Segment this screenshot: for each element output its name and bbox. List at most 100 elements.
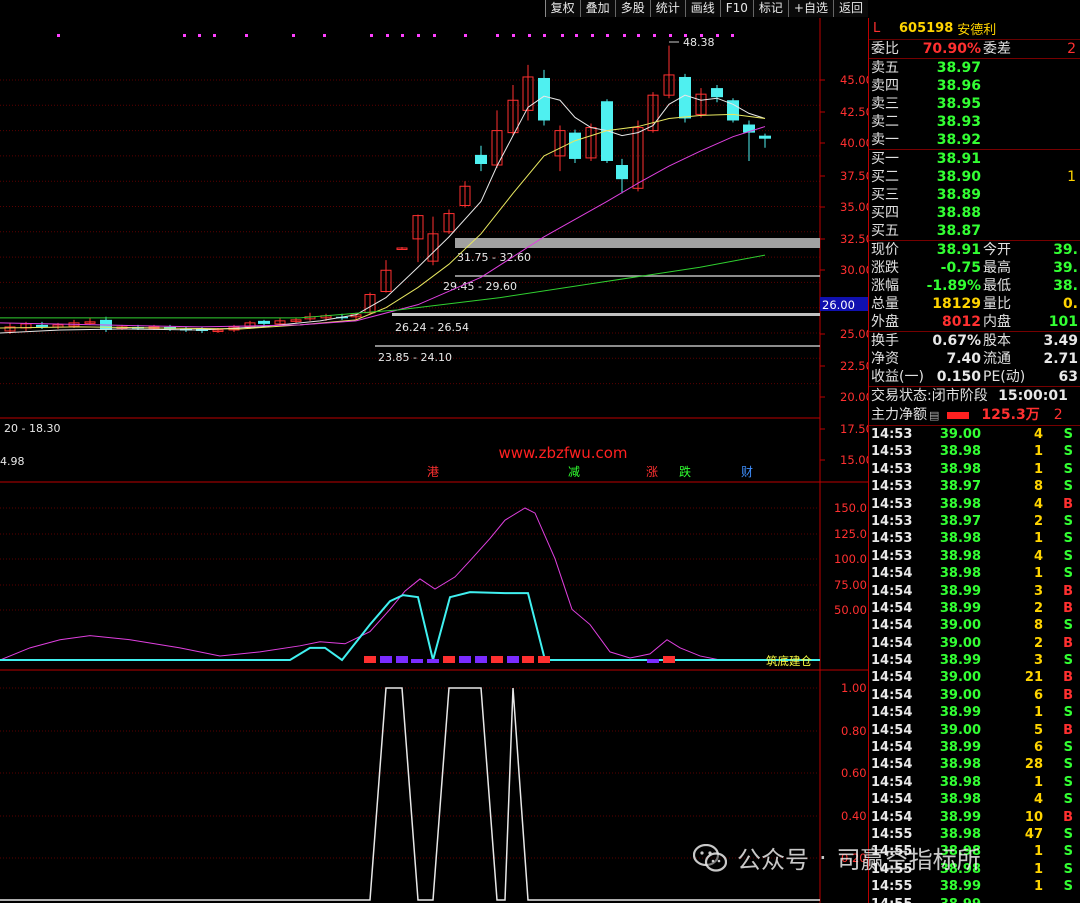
tick-price: 38.98 bbox=[939, 757, 981, 773]
tick-list[interactable]: 14:53 39.00 4 S 14:53 38.98 1 S 14:53 38.98 1 S 14:5… bbox=[869, 426, 1080, 903]
asks-volume bbox=[981, 95, 1080, 113]
price-axis-label: 32.50 bbox=[840, 232, 868, 246]
tick-volume: 1 bbox=[1033, 879, 1043, 895]
tick-volume: 1 bbox=[1033, 705, 1043, 721]
site-url-watermark: www.zbzfwu.com bbox=[498, 444, 627, 462]
asks-volume bbox=[981, 113, 1080, 131]
price-axis-label: 25.00 bbox=[840, 327, 868, 341]
signal-dot bbox=[716, 34, 719, 37]
event-mark[interactable]: 财 bbox=[741, 465, 753, 479]
event-mark[interactable]: 减 bbox=[568, 465, 580, 479]
indicator1-bar bbox=[647, 659, 659, 663]
ma60-line bbox=[0, 254, 766, 319]
tick-price: 39.00 bbox=[939, 722, 981, 738]
toolbar-button-3[interactable]: 统计 bbox=[649, 0, 685, 17]
tick-time: 14:54 bbox=[871, 774, 913, 790]
tick-row: 14:54 38.98 28 S bbox=[869, 756, 1080, 773]
asks-row[interactable]: 卖四 38.96 bbox=[869, 77, 1080, 95]
indicator2-axis-label: 0.40 bbox=[841, 809, 867, 823]
tick-time: 14:54 bbox=[871, 809, 913, 825]
tick-side: S bbox=[1063, 879, 1073, 895]
signal-dot bbox=[623, 34, 626, 37]
asks-row[interactable]: 卖二 38.93 bbox=[869, 113, 1080, 131]
bids-price: 38.89 bbox=[936, 187, 981, 203]
toolbar-button-4[interactable]: 画线 bbox=[684, 0, 720, 17]
tick-row: 14:55 38.99 1 S bbox=[869, 878, 1080, 895]
event-mark[interactable]: 港 bbox=[427, 465, 439, 479]
tick-price: 38.98 bbox=[939, 496, 981, 512]
signal-dot bbox=[213, 34, 216, 37]
stock-name[interactable]: 安德利 bbox=[957, 19, 996, 38]
tick-time: 14:54 bbox=[871, 635, 913, 651]
indicator1-cyan-line bbox=[0, 591, 820, 662]
order-ratio-value: 70.90% bbox=[922, 41, 981, 57]
bids-row[interactable]: 买四 38.88 bbox=[869, 204, 1080, 222]
event-mark[interactable]: 涨 bbox=[646, 464, 658, 479]
tick-volume: 28 bbox=[1024, 757, 1043, 773]
stock-code[interactable]: 605198 bbox=[899, 21, 953, 36]
asks-row[interactable]: 卖一 38.92 bbox=[869, 131, 1080, 149]
bids-row[interactable]: 买一 38.91 bbox=[869, 150, 1080, 168]
toolbar-button-0[interactable]: 复权 bbox=[544, 0, 580, 17]
tick-side: B bbox=[1063, 670, 1073, 686]
order-ratio-label: 委比 bbox=[871, 41, 899, 57]
toolbar-button-1[interactable]: 叠加 bbox=[579, 0, 615, 17]
indicator1-bar bbox=[380, 656, 392, 663]
support-zone-label: 23.85 - 24.10 bbox=[378, 351, 452, 364]
toolbar-button-6[interactable]: 标记 bbox=[752, 0, 788, 17]
tick-volume: 5 bbox=[1033, 722, 1043, 738]
order-diff-label: 委差 bbox=[983, 41, 1011, 57]
price-axis-label: 15.00 bbox=[840, 453, 868, 467]
chart-toolbar: 复权 叠加 多股 统计 画线 F10 标记 +自选 返回 bbox=[544, 0, 868, 17]
asks-row[interactable]: 卖五 38.97 bbox=[869, 59, 1080, 77]
tick-volume: 8 bbox=[1033, 479, 1043, 495]
toolbar-button-5[interactable]: F10 bbox=[719, 0, 753, 17]
quote-value: 18129 bbox=[932, 296, 981, 312]
bids-row[interactable]: 买二 38.90 1 bbox=[869, 168, 1080, 186]
asks-volume bbox=[981, 131, 1080, 149]
asks-label: 卖四 bbox=[871, 78, 899, 94]
asks-price: 38.96 bbox=[936, 78, 981, 94]
kline-chart-area[interactable]: 45.0042.5040.0037.5035.0032.5030.0027.50… bbox=[0, 18, 873, 903]
tick-row: 14:54 38.99 3 B bbox=[869, 583, 1080, 600]
tick-side: S bbox=[1063, 844, 1073, 860]
quote-label-2: 最低 bbox=[983, 278, 1011, 294]
toolbar-button-8[interactable]: 返回 bbox=[832, 0, 868, 17]
tick-time: 14:53 bbox=[871, 513, 913, 529]
tick-time: 14:54 bbox=[871, 618, 913, 634]
tick-price: 39.00 bbox=[939, 635, 981, 651]
tick-volume: 10 bbox=[1024, 809, 1043, 825]
bids-volume bbox=[981, 204, 1080, 222]
tick-time: 14:54 bbox=[871, 687, 913, 703]
tick-volume: 6 bbox=[1033, 687, 1043, 703]
bids-row[interactable]: 买五 38.87 bbox=[869, 222, 1080, 240]
indicator1-bar bbox=[491, 656, 503, 663]
tick-row: 14:53 39.00 4 S bbox=[869, 426, 1080, 443]
tick-price: 38.98 bbox=[939, 444, 981, 460]
quote2-label-2: 流通 bbox=[983, 351, 1011, 367]
order-ratio-row: 委比 70.90% 委差 2 bbox=[869, 40, 1080, 58]
quote-panel: L 605198 安德利 委比 70.90% 委差 2 卖五 38.97 卖四 38.… bbox=[868, 18, 1080, 903]
event-mark[interactable]: 跌 bbox=[679, 464, 691, 479]
toolbar-button-2[interactable]: 多股 bbox=[614, 0, 650, 17]
asks-price: 38.97 bbox=[936, 60, 981, 76]
candle-body bbox=[759, 135, 771, 139]
toolbar-button-7[interactable]: +自选 bbox=[787, 0, 833, 17]
bids-row[interactable]: 买三 38.89 bbox=[869, 186, 1080, 204]
quote2-value-2: 63 bbox=[1058, 369, 1078, 385]
tick-side: B bbox=[1063, 496, 1073, 512]
tick-time: 14:53 bbox=[871, 444, 913, 460]
kline-chart-svg[interactable]: 45.0042.5040.0037.5035.0032.5030.0027.50… bbox=[0, 18, 873, 903]
fundamental-stats: 换手 0.67% 股本 3.49 净资 7.40 流通 2.71 收益(一) 0.150 PE(动)… bbox=[869, 332, 1080, 386]
signal-dot bbox=[528, 34, 531, 37]
candle-body bbox=[258, 320, 270, 324]
list-icon[interactable]: ▤ bbox=[929, 406, 939, 425]
support-zone bbox=[392, 313, 820, 316]
asks-price: 38.92 bbox=[936, 132, 981, 148]
tick-row: 14:54 38.99 10 B bbox=[869, 809, 1080, 826]
asks-row[interactable]: 卖三 38.95 bbox=[869, 95, 1080, 113]
tick-side bbox=[1043, 896, 1073, 903]
quote-value: 38.91 bbox=[936, 242, 981, 258]
tick-time: 14:54 bbox=[871, 670, 913, 686]
tick-volume: 4 bbox=[1033, 427, 1043, 442]
